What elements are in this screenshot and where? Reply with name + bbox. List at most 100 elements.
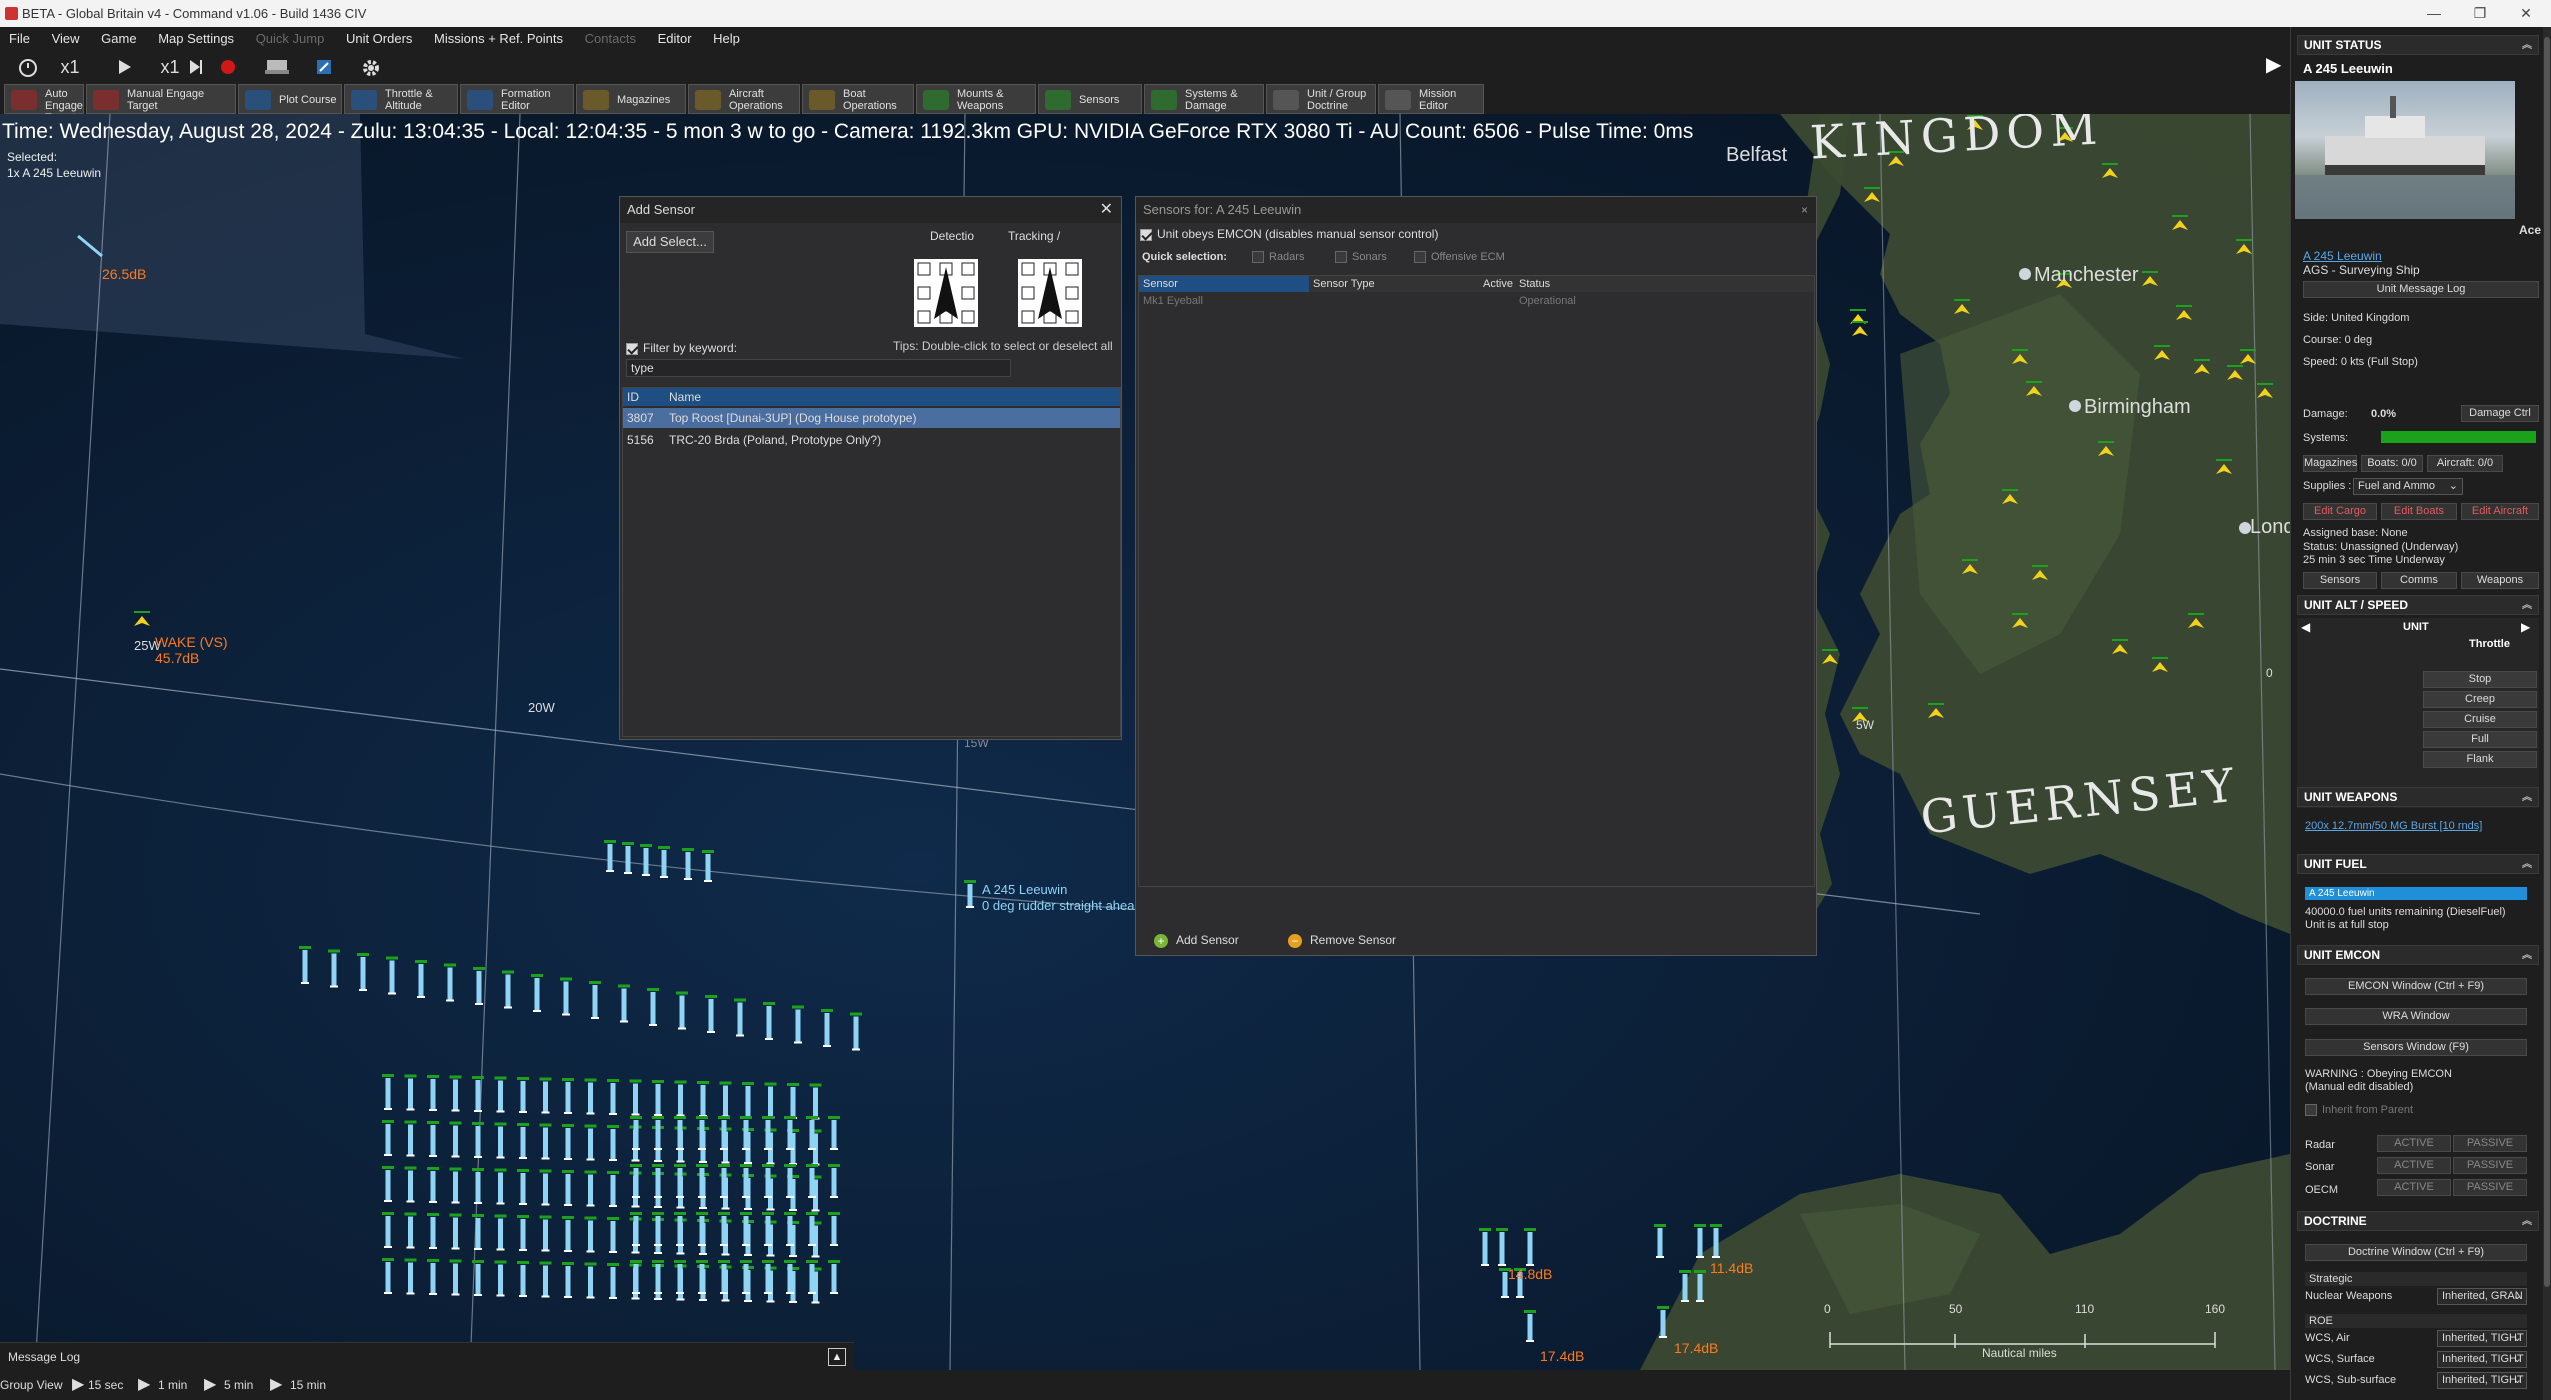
damage-control-button[interactable]: Damage Ctrl: [2461, 405, 2539, 422]
map-unit-icon[interactable]: [584, 1124, 597, 1161]
doctrine-header[interactable]: DOCTRINE ︽: [2297, 1211, 2539, 1231]
map-unit-icon[interactable]: [539, 1169, 552, 1206]
add-sensor-close-icon[interactable]: ✕: [1100, 197, 1113, 223]
map-unit-icon[interactable]: [494, 1260, 507, 1297]
edit-pencil-icon[interactable]: [308, 54, 340, 81]
map-unit-icon[interactable]: [652, 1116, 664, 1150]
clock-icon[interactable]: [8, 54, 48, 81]
next-arrow-icon[interactable]: ▶: [2521, 620, 2530, 634]
map-unit-icon[interactable]: [607, 1217, 619, 1253]
map-unit-icon[interactable]: [494, 1168, 507, 1205]
map-unit-icon[interactable]: [560, 977, 572, 1016]
step-1min[interactable]: 1 min: [158, 1370, 187, 1400]
map-unit-icon[interactable]: [696, 1212, 708, 1246]
map-unit-icon[interactable]: [705, 995, 717, 1033]
map-unit-icon[interactable]: [382, 1120, 394, 1156]
map-air-unit-icon[interactable]: [2098, 441, 2114, 456]
map-unit-icon[interactable]: [718, 1116, 730, 1150]
map-air-unit-icon[interactable]: [2012, 349, 2028, 364]
map-unit-icon[interactable]: [382, 1074, 394, 1110]
map-unit-icon[interactable]: [828, 1260, 840, 1294]
map-unit-icon[interactable]: [562, 1124, 574, 1160]
alt-speed-header[interactable]: UNIT ALT / SPEED ︽: [2297, 595, 2539, 615]
magazines-button[interactable]: Magazines: [576, 84, 686, 114]
map-unit-icon[interactable]: [404, 1258, 417, 1295]
map-unit-icon[interactable]: [1694, 1224, 1706, 1258]
map-unit-icon[interactable]: [1524, 1228, 1536, 1266]
map-unit-icon[interactable]: [357, 953, 369, 991]
wcs-surface-select[interactable]: Inherited, TIGHT ⌄: [2437, 1351, 2527, 1368]
map-unit-icon[interactable]: [607, 1079, 619, 1115]
map-air-unit-icon[interactable]: [2152, 657, 2168, 672]
map-unit-icon[interactable]: [531, 974, 543, 1012]
map-unit-icon[interactable]: [517, 1169, 529, 1205]
step-play-icon[interactable]: [186, 54, 206, 81]
throttle-flank-button[interactable]: Flank: [2423, 751, 2537, 768]
map-air-unit-icon[interactable]: [2172, 215, 2188, 230]
close-button[interactable]: ✕: [2503, 0, 2549, 27]
map-unit-icon[interactable]: [618, 984, 630, 1023]
map-unit-icon[interactable]: [584, 1170, 597, 1207]
map-unit-icon[interactable]: [1710, 1224, 1722, 1258]
map-unit-icon[interactable]: [718, 1212, 730, 1246]
map-unit-icon[interactable]: [449, 1121, 462, 1158]
manual-engage-button[interactable]: Manual Engage Target: [86, 84, 236, 114]
step-5min[interactable]: 5 min: [224, 1370, 253, 1400]
map-unit-icon[interactable]: [622, 842, 634, 874]
map-unit-icon[interactable]: [449, 1167, 462, 1204]
panel-comms-button[interactable]: Comms: [2381, 572, 2457, 589]
map-unit-icon[interactable]: [584, 1262, 597, 1299]
throttle-creep-button[interactable]: Creep: [2423, 691, 2537, 708]
panel-scrollbar[interactable]: [2543, 27, 2551, 1400]
quick-sonars[interactable]: Sonars: [1335, 251, 1387, 264]
menu-help[interactable]: Help: [704, 27, 749, 51]
map-air-unit-icon[interactable]: [2142, 271, 2158, 286]
map-air-unit-icon[interactable]: [2032, 565, 2048, 580]
map-unit-icon[interactable]: [828, 1116, 840, 1150]
sensor-table-row[interactable]: Mk1 Eyeball Operational: [1139, 293, 1814, 309]
menu-quick-jump[interactable]: Quick Jump: [247, 27, 334, 51]
menu-contacts[interactable]: Contacts: [576, 27, 645, 51]
supplies-select[interactable]: Fuel and Ammo ⌄: [2353, 478, 2463, 495]
panel-toggle-arrow-icon[interactable]: ▶: [2266, 52, 2284, 78]
play-icon[interactable]: [106, 54, 142, 81]
weapon-item[interactable]: 200x 12.7mm/50 MG Burst [10 rnds]: [2305, 820, 2482, 832]
map-unit-icon[interactable]: [652, 1164, 664, 1198]
aircraft-button[interactable]: Aircraft: 0/0: [2427, 455, 2503, 472]
emcon-window-button[interactable]: EMCON Window (Ctrl + F9): [2305, 978, 2527, 995]
map-air-unit-icon[interactable]: [1822, 649, 1838, 664]
map-air-unit-icon[interactable]: [1852, 321, 1868, 336]
map-unit-icon[interactable]: [404, 1074, 417, 1111]
speed-multiplier-2[interactable]: x1: [152, 54, 188, 81]
map-unit-icon[interactable]: [427, 1259, 439, 1295]
nuclear-select[interactable]: Inherited, GRAN ⌄: [2437, 1288, 2527, 1305]
map-unit-icon[interactable]: [640, 844, 652, 876]
map-unit-icon[interactable]: [415, 960, 427, 998]
map-unit-icon[interactable]: [1654, 1224, 1666, 1258]
map-unit-icon[interactable]: [821, 1009, 833, 1047]
add-sensor-button[interactable]: + Add Sensor: [1154, 933, 1239, 948]
sensors-button[interactable]: Sensors: [1038, 84, 1142, 114]
remove-sensor-button[interactable]: − Remove Sensor: [1288, 933, 1396, 948]
map-unit-icon[interactable]: [502, 970, 514, 1009]
menu-map-settings[interactable]: Map Settings: [149, 27, 243, 51]
mounts-weapons-button[interactable]: Mounts & Weapons: [916, 84, 1036, 114]
panel-sensors-button[interactable]: Sensors: [2303, 572, 2377, 589]
throttle-stop-button[interactable]: Stop: [2423, 671, 2537, 688]
map-unit-icon[interactable]: [696, 1164, 708, 1198]
map-unit-icon[interactable]: [828, 1212, 840, 1246]
map-unit-icon[interactable]: [630, 1212, 642, 1246]
expand-log-icon[interactable]: ▲: [828, 1348, 846, 1366]
map-air-unit-icon[interactable]: [2112, 639, 2128, 654]
menu-editor[interactable]: Editor: [649, 27, 701, 51]
settings-gear-icon[interactable]: [354, 54, 388, 81]
map-unit-icon[interactable]: [472, 1122, 484, 1158]
systems-damage-button[interactable]: Systems & Damage: [1144, 84, 1264, 114]
map-unit-icon[interactable]: [427, 1121, 439, 1157]
map-unit-icon[interactable]: [1657, 1306, 1669, 1338]
sonar-active-button[interactable]: ACTIVE: [2377, 1157, 2451, 1174]
map-unit-icon[interactable]: [697, 1081, 709, 1117]
map-unit-icon[interactable]: [652, 1080, 664, 1116]
map-unit-icon[interactable]: [792, 1005, 804, 1044]
map-unit-icon[interactable]: [427, 1167, 439, 1203]
